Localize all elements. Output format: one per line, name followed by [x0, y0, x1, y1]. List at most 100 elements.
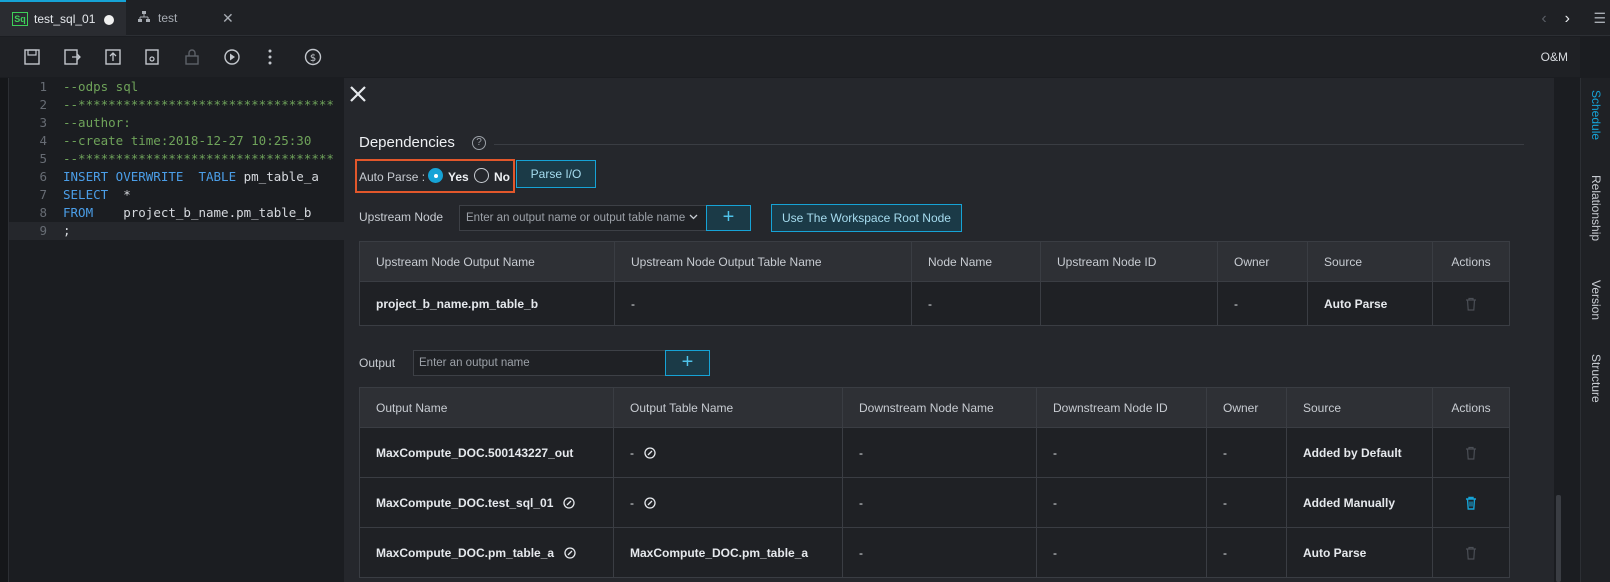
save-as-icon[interactable] [63, 48, 81, 66]
unsaved-dot-icon[interactable] [104, 15, 114, 25]
output-label: Output [359, 356, 396, 370]
dependencies-title: Dependencies [359, 134, 455, 151]
table-cell: - [911, 281, 1041, 326]
edit-icon[interactable] [563, 497, 576, 509]
edit-icon[interactable] [644, 497, 656, 509]
output-name-input[interactable]: Enter an output name [413, 350, 666, 376]
yes-label[interactable]: Yes [448, 170, 469, 184]
auto-parse-yes-radio[interactable] [428, 168, 443, 183]
placeholder: Enter an output name [419, 357, 530, 369]
workflow-icon [138, 10, 150, 26]
placeholder: Enter an output name or output table nam… [466, 212, 686, 224]
toolbar: $ O&M [0, 37, 1580, 77]
help-icon[interactable]: ? [472, 136, 486, 150]
table-cell: - [1206, 427, 1287, 478]
chevron-left-icon[interactable]: ‹ [1541, 10, 1546, 28]
sidebar-item-relationship[interactable]: Relationship [1589, 175, 1603, 241]
cost-estimate-icon[interactable]: $ [304, 48, 322, 66]
actions-cell [1432, 527, 1510, 578]
column-header: Actions [1432, 387, 1510, 428]
code-line: 2 --********************************** [39, 97, 334, 112]
sidebar-item-structure[interactable]: Structure [1589, 354, 1603, 403]
sidebar-item-schedule[interactable]: Schedule [1589, 90, 1603, 140]
run-icon[interactable] [223, 48, 241, 66]
add-upstream-button[interactable]: + [706, 205, 751, 231]
tab-test[interactable]: test ✕ [126, 0, 244, 36]
add-output-button[interactable]: + [665, 350, 710, 376]
auto-parse-label: Auto Parse : [359, 170, 426, 184]
table-cell: - [1036, 427, 1207, 478]
table-cell: - [1217, 281, 1308, 326]
svg-text:$: $ [310, 53, 316, 64]
steal-lock-icon[interactable] [143, 48, 161, 66]
close-panel-icon[interactable] [348, 84, 368, 104]
column-header: Actions [1432, 241, 1510, 282]
table-cell: - [614, 281, 912, 326]
table-row: MaxCompute_DOC.pm_table_a MaxCompute_DOC… [359, 527, 1510, 578]
save-icon[interactable] [23, 48, 41, 66]
column-header: Upstream Node ID [1040, 241, 1218, 282]
table-cell: - [842, 477, 1037, 528]
delete-icon[interactable] [1465, 496, 1477, 510]
edit-icon[interactable] [564, 547, 576, 559]
lock-icon[interactable] [183, 48, 201, 66]
column-header: Owner [1206, 387, 1287, 428]
table-cell: - [613, 477, 843, 528]
column-header: Source [1286, 387, 1433, 428]
table-cell: MaxCompute_DOC.test_sql_01 [359, 477, 614, 528]
parse-io-button[interactable]: Parse I/O [516, 160, 596, 188]
table-row: MaxCompute_DOC.test_sql_01 - - - - Added… [359, 477, 1510, 528]
submit-icon[interactable] [104, 48, 122, 66]
left-gutter [0, 78, 8, 582]
upstream-table: Upstream Node Output Name Upstream Node … [359, 241, 1510, 326]
code-line: 7 SELECT * [39, 187, 131, 202]
upstream-node-select[interactable]: Enter an output name or output table nam… [459, 205, 707, 231]
column-header: Upstream Node Output Table Name [614, 241, 912, 282]
table-cell: project_b_name.pm_table_b [359, 281, 615, 326]
column-header: Node Name [911, 241, 1041, 282]
use-workspace-root-node-button[interactable]: Use The Workspace Root Node [771, 204, 962, 232]
actions-cell [1432, 281, 1510, 326]
edit-icon[interactable] [644, 447, 656, 459]
actions-cell [1432, 477, 1510, 528]
code-line: 5 --********************************** [39, 151, 334, 166]
table-cell [1040, 281, 1218, 326]
delete-icon[interactable] [1465, 446, 1477, 460]
scrollbar-thumb[interactable] [1556, 495, 1561, 582]
table-cell: MaxCompute_DOC.pm_table_a [613, 527, 843, 578]
tab-label: test [158, 11, 178, 25]
chevron-right-icon[interactable]: › [1565, 10, 1570, 28]
actions-cell [1432, 427, 1510, 478]
more-icon[interactable] [261, 48, 279, 66]
table-cell: Auto Parse [1286, 527, 1433, 578]
table-cell: - [1036, 477, 1207, 528]
table-header-row: Output Name Output Table Name Downstream… [359, 387, 1510, 428]
code-editor[interactable]: 1 --odps sql 2 --*************************… [8, 78, 344, 582]
tab-test-sql-01[interactable]: Sq test_sql_01 [0, 0, 126, 36]
column-header: Downstream Node ID [1036, 387, 1207, 428]
code-line: 1 --odps sql [39, 79, 139, 94]
sidebar-item-version[interactable]: Version [1589, 280, 1603, 320]
table-cell: - [1206, 527, 1287, 578]
table-header-row: Upstream Node Output Name Upstream Node … [359, 241, 1510, 282]
column-header: Owner [1217, 241, 1308, 282]
om-link[interactable]: O&M [1541, 50, 1568, 64]
table-cell: Auto Parse [1307, 281, 1433, 326]
menu-icon[interactable]: ☰ [1593, 10, 1606, 27]
column-header: Output Name [359, 387, 614, 428]
code-line: 4 --create time:2018-12-27 10:25:30 [39, 133, 312, 148]
auto-parse-no-radio[interactable] [474, 168, 489, 183]
column-header: Source [1307, 241, 1433, 282]
close-icon[interactable]: ✕ [222, 10, 234, 27]
no-label[interactable]: No [494, 170, 510, 184]
column-header: Upstream Node Output Name [359, 241, 615, 282]
table-row: MaxCompute_DOC.500143227_out - - - - Add… [359, 427, 1510, 478]
table-cell: - [613, 427, 843, 478]
delete-icon[interactable] [1465, 297, 1477, 311]
table-cell: - [1036, 527, 1207, 578]
code-line: 8 FROM project_b_name.pm_table_b [39, 205, 312, 220]
code-line: 6 INSERT OVERWRITE TABLE pm_table_a [39, 169, 319, 184]
delete-icon[interactable] [1465, 546, 1477, 560]
table-cell: Added by Default [1286, 427, 1433, 478]
tab-bar: Sq test_sql_01 test ✕ ‹ › ☰ [0, 0, 1610, 36]
